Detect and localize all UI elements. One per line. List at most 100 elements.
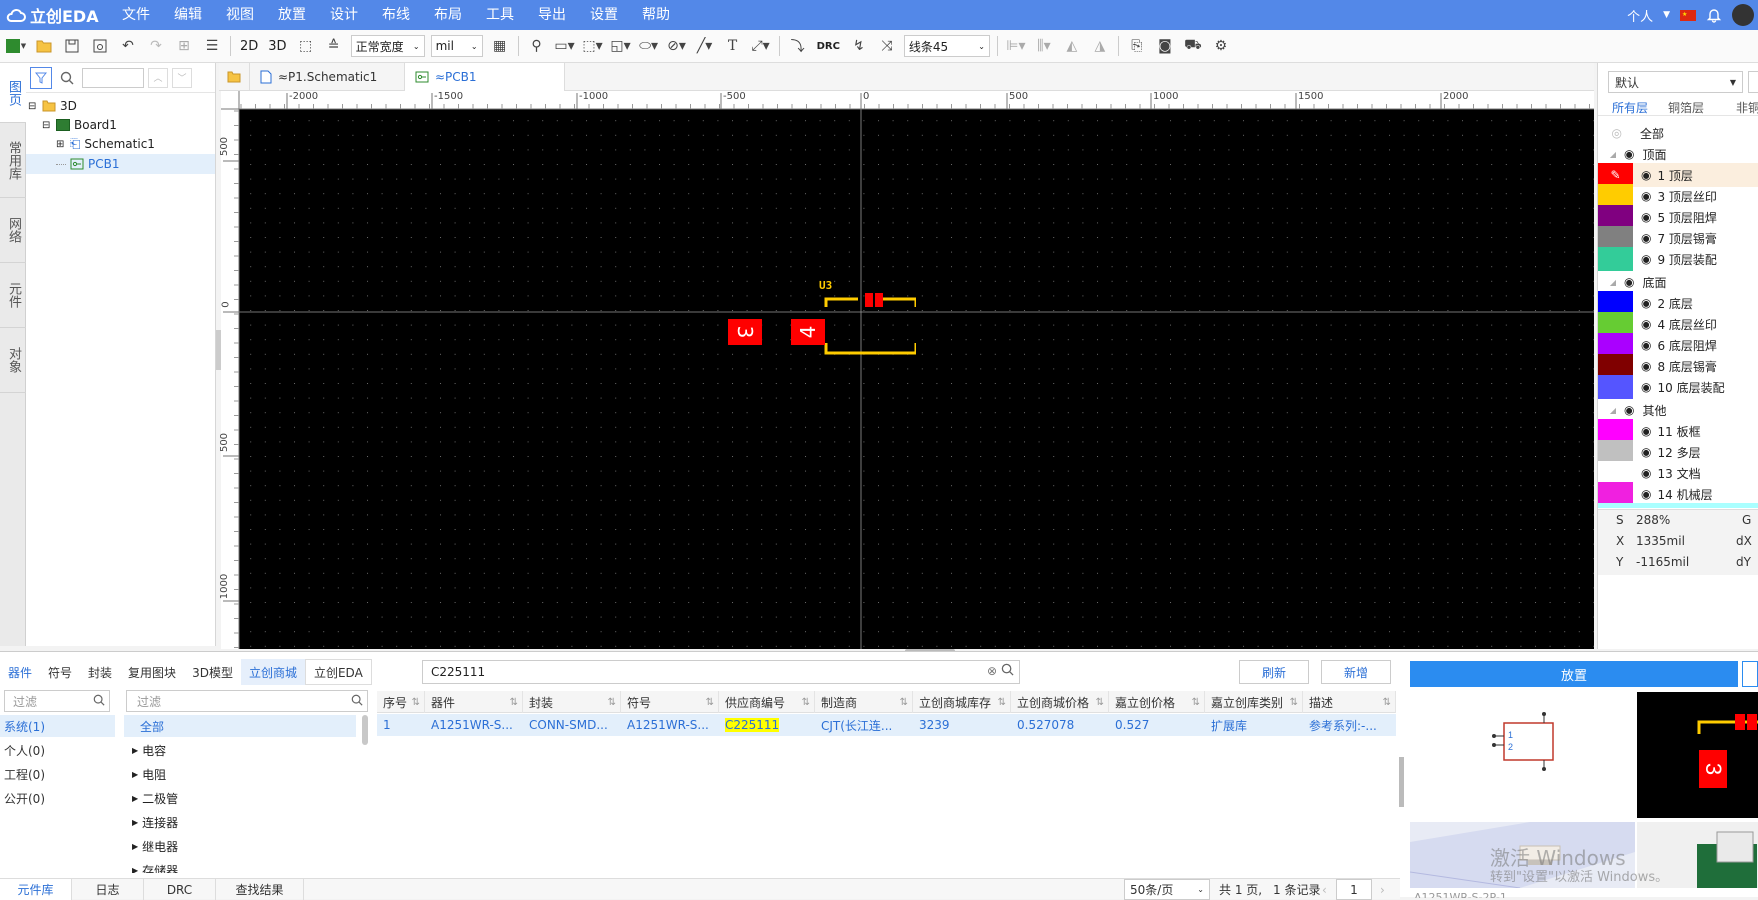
shape-icon[interactable]: ◱▾	[607, 33, 635, 59]
clear-icon[interactable]: ⊗	[987, 664, 997, 678]
library-filter-input[interactable]: 过滤	[4, 690, 110, 712]
chevron-down-icon[interactable]: ﹀	[172, 67, 192, 88]
collapse-icon[interactable]: ⊟	[28, 101, 38, 112]
column-header[interactable]: 符号 ⇅	[621, 691, 719, 713]
place-button[interactable]: 放置	[1410, 661, 1738, 687]
search-icon[interactable]	[93, 694, 105, 706]
eye-icon[interactable]: ◉	[1641, 252, 1651, 266]
eye-icon[interactable]: ◉	[1641, 487, 1651, 501]
eye-icon[interactable]: ◉	[1641, 445, 1651, 459]
menu-place[interactable]: 放置	[266, 0, 318, 30]
flag-icon[interactable]: ★	[1680, 9, 1696, 21]
category-item-capacitor[interactable]: ▶ 电容	[124, 739, 356, 761]
search-icon[interactable]	[56, 67, 78, 89]
pcb-canvas[interactable]: -2000 -1500 -1000 -500 0 500 1000 1500 2…	[219, 91, 1594, 649]
no-entry-icon[interactable]: ⊘▾	[663, 33, 691, 59]
view-3d-button[interactable]: 3D	[263, 33, 291, 59]
select-lasso-icon[interactable]: ⬚▾	[579, 33, 607, 59]
library-search-input[interactable]: C225111 ⊗	[422, 660, 1020, 684]
sort-icon[interactable]: ⇅	[1383, 697, 1391, 708]
column-header[interactable]: 立创商城库存 ⇅	[913, 691, 1011, 713]
library-tab-device[interactable]: 器件	[0, 659, 40, 685]
eye-icon[interactable]: ◉	[1641, 231, 1651, 245]
tree-search-input[interactable]	[82, 67, 144, 88]
search-icon[interactable]	[351, 694, 363, 706]
column-header[interactable]: 封装 ⇅	[523, 691, 621, 713]
align-vertical-icon[interactable]: ⫼▾	[1030, 33, 1058, 59]
tab-home[interactable]	[219, 63, 250, 91]
sort-icon[interactable]: ⇅	[998, 697, 1006, 708]
place-pin-icon[interactable]: ⚲	[523, 33, 551, 59]
category-item-diode[interactable]: ▶ 二极管	[124, 787, 356, 809]
unit-select[interactable]: mil ⌄	[430, 35, 483, 57]
eye-icon[interactable]: ◉	[1641, 466, 1651, 480]
eye-icon[interactable]: ◉	[1641, 317, 1651, 331]
menu-export[interactable]: 导出	[526, 0, 578, 30]
grid-icon[interactable]: ⊞	[170, 33, 198, 59]
component-footprint[interactable]	[821, 291, 916, 357]
select-rect-icon[interactable]: ▭▾	[551, 33, 579, 59]
ellipse-icon[interactable]: ⬭▾	[635, 33, 663, 59]
align-left-icon[interactable]: ⊫▾	[1002, 33, 1030, 59]
collapse-icon[interactable]: ⊟	[42, 120, 52, 131]
gerber-icon[interactable]: ⎘	[1123, 33, 1151, 59]
sort-icon[interactable]: ⇅	[802, 697, 810, 708]
small-pad[interactable]	[875, 293, 883, 307]
menu-design[interactable]: 设计	[318, 0, 370, 30]
pad-3[interactable]: 3	[728, 319, 762, 345]
import-icon[interactable]: ⤵	[784, 33, 812, 59]
eye-icon[interactable]: ◉	[1624, 403, 1634, 417]
filter-icon[interactable]	[30, 66, 52, 89]
sort-icon[interactable]: ⇅	[412, 697, 420, 708]
new-button[interactable]: 新增	[1321, 660, 1391, 684]
route-mode-select[interactable]: 线条45 ⌄	[903, 35, 990, 57]
pad-4[interactable]: 4	[791, 319, 825, 345]
eye-icon[interactable]: ◉	[1641, 380, 1651, 394]
symbol-preview[interactable]: 1 2	[1410, 692, 1635, 818]
camera-icon[interactable]: ◙	[1151, 33, 1179, 59]
menu-file[interactable]: 文件	[110, 0, 162, 30]
bell-icon[interactable]	[1706, 7, 1722, 23]
redo-icon[interactable]: ↷	[142, 33, 170, 59]
category-item-resistor[interactable]: ▶ 电阻	[124, 763, 356, 785]
column-header[interactable]: 立创商城价格 ⇅	[1011, 691, 1109, 713]
user-menu[interactable]: 个人	[1627, 6, 1653, 25]
layer-row[interactable]: ◉ 10 底层装配	[1598, 375, 1758, 399]
rail-tab-pages[interactable]: 图页	[0, 63, 26, 123]
search-icon[interactable]	[1001, 663, 1014, 676]
menu-tools[interactable]: 工具	[474, 0, 526, 30]
diff-pair-icon[interactable]: ⤨	[873, 33, 901, 59]
view-2d-button[interactable]: 2D	[235, 33, 263, 59]
rail-tab-net[interactable]: 网络	[0, 198, 26, 263]
menu-settings[interactable]: 设置	[578, 0, 630, 30]
menu-edit[interactable]: 编辑	[162, 0, 214, 30]
column-header[interactable]: 制造商 ⇅	[815, 691, 913, 713]
eye-icon[interactable]: ◉	[1641, 424, 1651, 438]
sort-icon[interactable]: ⇅	[706, 697, 714, 708]
eye-icon[interactable]: ◉	[1641, 168, 1651, 182]
eye-icon[interactable]: ◉	[1641, 296, 1651, 310]
save-as-icon[interactable]	[86, 33, 114, 59]
library-tab-symbol[interactable]: 符号	[40, 659, 80, 685]
column-header[interactable]: 供应商编号 ⇅	[719, 691, 815, 713]
flip-vertical-icon[interactable]: ◮	[1086, 33, 1114, 59]
rail-tab-component[interactable]: 元件	[0, 263, 26, 328]
column-header[interactable]: 嘉立创价格 ⇅	[1109, 691, 1205, 713]
new-project-icon[interactable]: ▼	[2, 33, 30, 59]
layer-stack-icon[interactable]: ≙	[320, 33, 348, 59]
layer-preset-select[interactable]: 默认 ▼	[1608, 71, 1743, 93]
tree-item-schematic[interactable]: ⊞ ⎗ Schematic1	[56, 134, 155, 154]
preview-resize-handle[interactable]	[1399, 757, 1404, 807]
library-tab-footprint[interactable]: 封装	[80, 659, 120, 685]
dimension-icon[interactable]: ⤢▾	[747, 33, 775, 59]
tree-item-project[interactable]: ⊟ 3D	[28, 96, 77, 116]
sort-icon[interactable]: ⇅	[510, 697, 518, 708]
tab-pcb[interactable]: ≈PCB1	[405, 63, 565, 91]
chevron-down-icon[interactable]: ▼	[1663, 10, 1670, 20]
rail-tab-object[interactable]: 对象	[0, 328, 26, 393]
menu-help[interactable]: 帮助	[630, 0, 682, 30]
save-icon[interactable]	[58, 33, 86, 59]
eye-icon[interactable]: ◉	[1641, 359, 1651, 373]
library-source-personal[interactable]: 个人(0)	[0, 739, 115, 761]
layer-preset-extra[interactable]	[1748, 71, 1758, 93]
